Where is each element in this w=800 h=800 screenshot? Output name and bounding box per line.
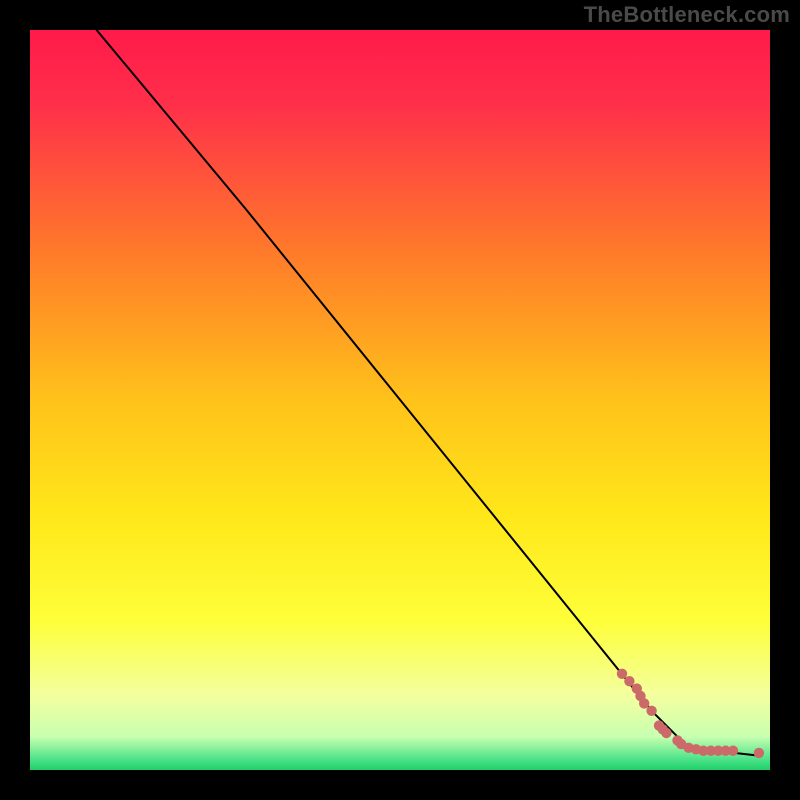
plot-area	[30, 30, 770, 770]
curve-path	[97, 30, 756, 755]
data-point	[646, 706, 656, 716]
scatter-points	[617, 669, 764, 759]
data-point	[754, 748, 764, 758]
data-point	[624, 676, 634, 686]
curve-line	[97, 30, 756, 755]
data-point	[617, 669, 627, 679]
data-point	[639, 698, 649, 708]
data-point	[728, 746, 738, 756]
chart-svg	[30, 30, 770, 770]
data-point	[661, 728, 671, 738]
chart-stage: TheBottleneck.com	[0, 0, 800, 800]
watermark-text: TheBottleneck.com	[584, 2, 790, 28]
